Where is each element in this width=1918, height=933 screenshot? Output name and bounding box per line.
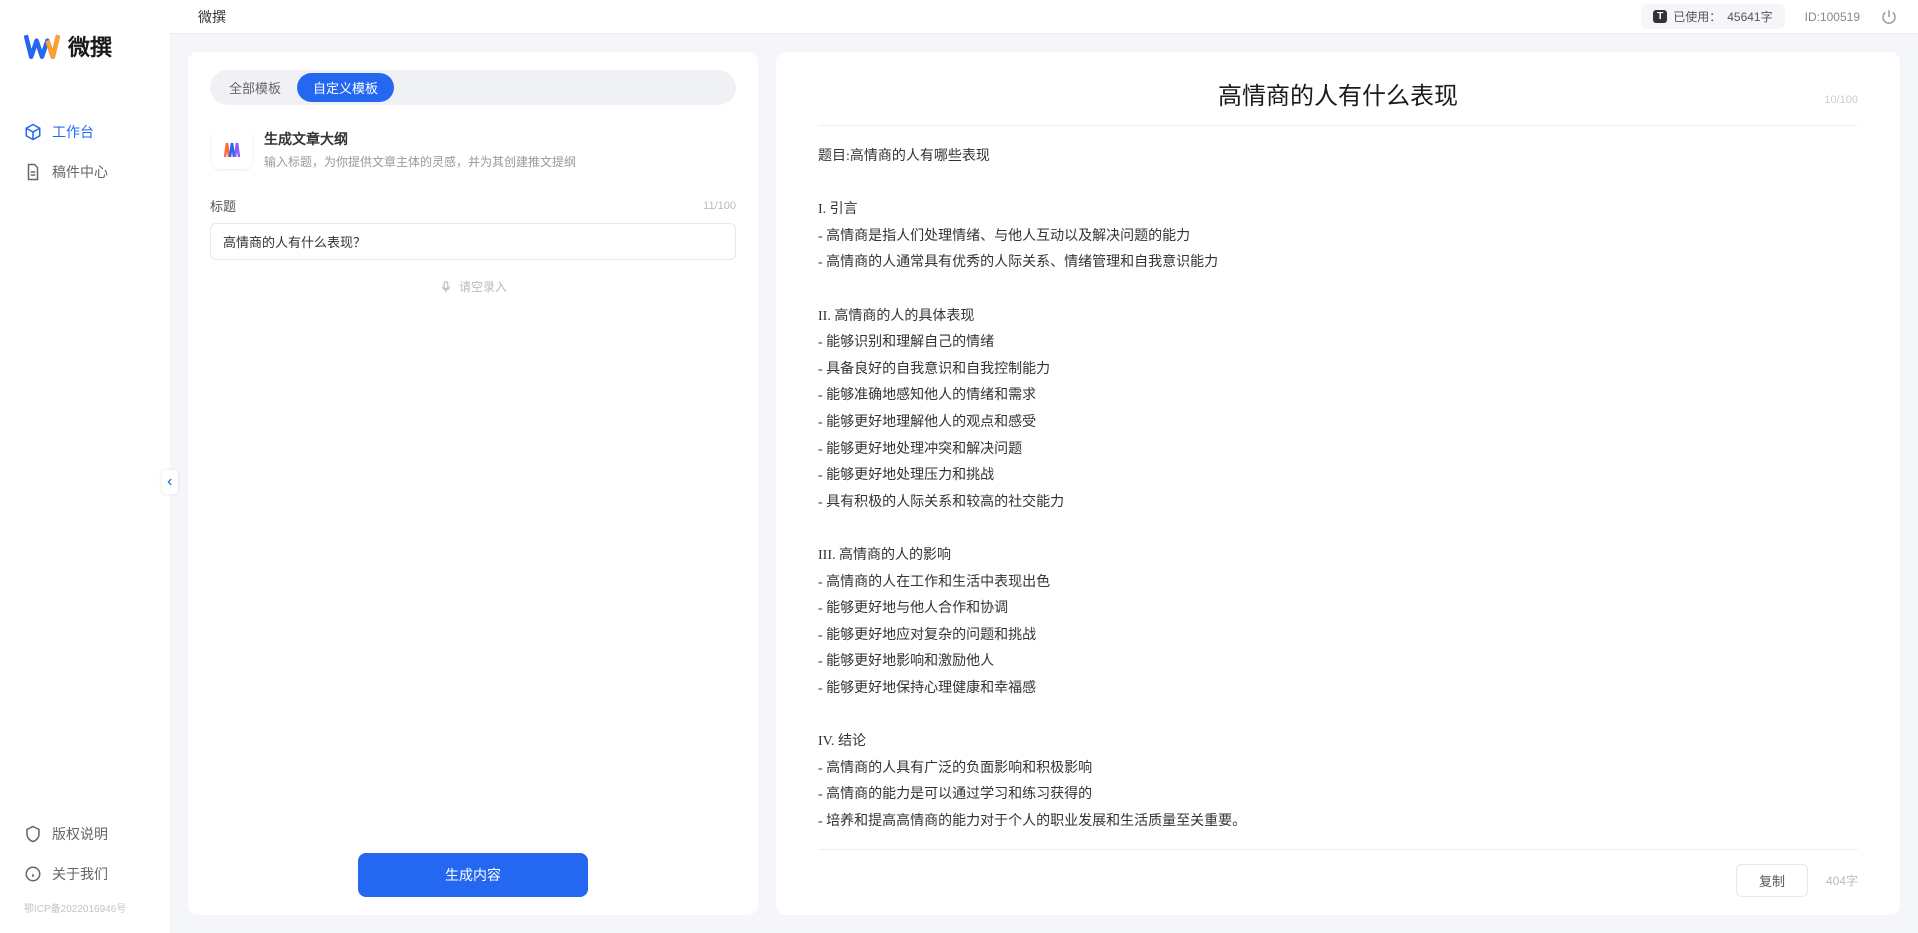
template-info: 生成文章大纲 输入标题，为你提供文章主体的灵感，并为其创建推文提纲	[264, 129, 576, 170]
sidebar-item-about[interactable]: 关于我们	[0, 854, 170, 894]
field-counter: 11/100	[703, 200, 736, 212]
sidebar-item-label: 版权说明	[52, 824, 108, 844]
field-label: 标题	[210, 196, 236, 215]
topbar: 微撰 T 已使用： 45641字 ID:100519	[170, 0, 1918, 34]
template-title: 生成文章大纲	[264, 129, 576, 149]
logo-text: 微撰	[68, 30, 112, 62]
sidebar-item-label: 稿件中心	[52, 162, 108, 182]
document-icon	[24, 163, 42, 181]
output-header: 高情商的人有什么表现 10/100	[818, 76, 1858, 126]
usage-value: 45641字	[1727, 8, 1772, 25]
word-count: 404字	[1826, 872, 1858, 889]
input-panel-footer: 生成内容	[210, 833, 736, 897]
output-footer: 复制 404字	[818, 849, 1858, 897]
generate-button[interactable]: 生成内容	[358, 853, 588, 897]
copy-button[interactable]: 复制	[1736, 864, 1808, 897]
sidebar-item-label: 工作台	[52, 122, 94, 142]
template-desc: 输入标题，为你提供文章主体的灵感，并为其创建推文提纲	[264, 153, 576, 170]
sidebar-bottom: 版权说明 关于我们 鄂ICP备2022016946号	[0, 814, 170, 933]
app-root: 微撰 工作台 稿件中心 版权说明	[0, 0, 1918, 933]
field-label-row: 标题 11/100	[210, 196, 736, 215]
title-input[interactable]	[210, 223, 736, 260]
logo: 微撰	[0, 30, 170, 112]
template-card: 生成文章大纲 输入标题，为你提供文章主体的灵感，并为其创建推文提纲	[210, 123, 736, 188]
output-title-counter: 10/100	[1824, 94, 1858, 106]
sidebar-item-workspace[interactable]: 工作台	[0, 112, 170, 152]
user-id: ID:100519	[1805, 10, 1860, 24]
tab-custom-templates[interactable]: 自定义模板	[297, 73, 394, 102]
tab-all-templates[interactable]: 全部模板	[213, 73, 297, 102]
sidebar-nav: 工作台 稿件中心	[0, 112, 170, 814]
content: 全部模板 自定义模板 生成文章大纲 输入标题，为你提供文章主体的灵感，并为其创建…	[170, 34, 1918, 933]
cube-icon	[24, 123, 42, 141]
usage-indicator: T 已使用： 45641字	[1641, 4, 1785, 29]
chevron-left-icon	[165, 477, 175, 487]
template-icon	[212, 129, 252, 169]
icp-text: 鄂ICP备2022016946号	[0, 894, 170, 923]
page-title: 微撰	[190, 7, 226, 27]
sidebar-item-drafts[interactable]: 稿件中心	[0, 152, 170, 192]
output-panel: 高情商的人有什么表现 10/100 题目:高情商的人有哪些表现 I. 引言 - …	[776, 52, 1900, 915]
usage-label: 已使用：	[1673, 8, 1721, 25]
info-icon	[24, 865, 42, 883]
output-title: 高情商的人有什么表现	[818, 76, 1858, 111]
sidebar-item-copyright[interactable]: 版权说明	[0, 814, 170, 854]
sidebar: 微撰 工作台 稿件中心 版权说明	[0, 0, 170, 933]
output-body[interactable]: 题目:高情商的人有哪些表现 I. 引言 - 高情商是指人们处理情绪、与他人互动以…	[818, 144, 1858, 849]
microphone-icon	[439, 280, 453, 294]
sidebar-collapse-handle[interactable]	[162, 470, 178, 494]
voice-input-hint[interactable]: 请空录入	[210, 278, 736, 295]
sidebar-item-label: 关于我们	[52, 864, 108, 884]
power-icon[interactable]	[1880, 8, 1898, 26]
main-area: 微撰 T 已使用： 45641字 ID:100519 全部模板	[170, 0, 1918, 933]
logo-mark-icon	[24, 31, 60, 61]
shield-icon	[24, 825, 42, 843]
topbar-right: T 已使用： 45641字 ID:100519	[1641, 4, 1898, 29]
usage-badge: T	[1653, 10, 1667, 23]
template-tabs: 全部模板 自定义模板	[210, 70, 736, 105]
input-panel: 全部模板 自定义模板 生成文章大纲 输入标题，为你提供文章主体的灵感，并为其创建…	[188, 52, 758, 915]
